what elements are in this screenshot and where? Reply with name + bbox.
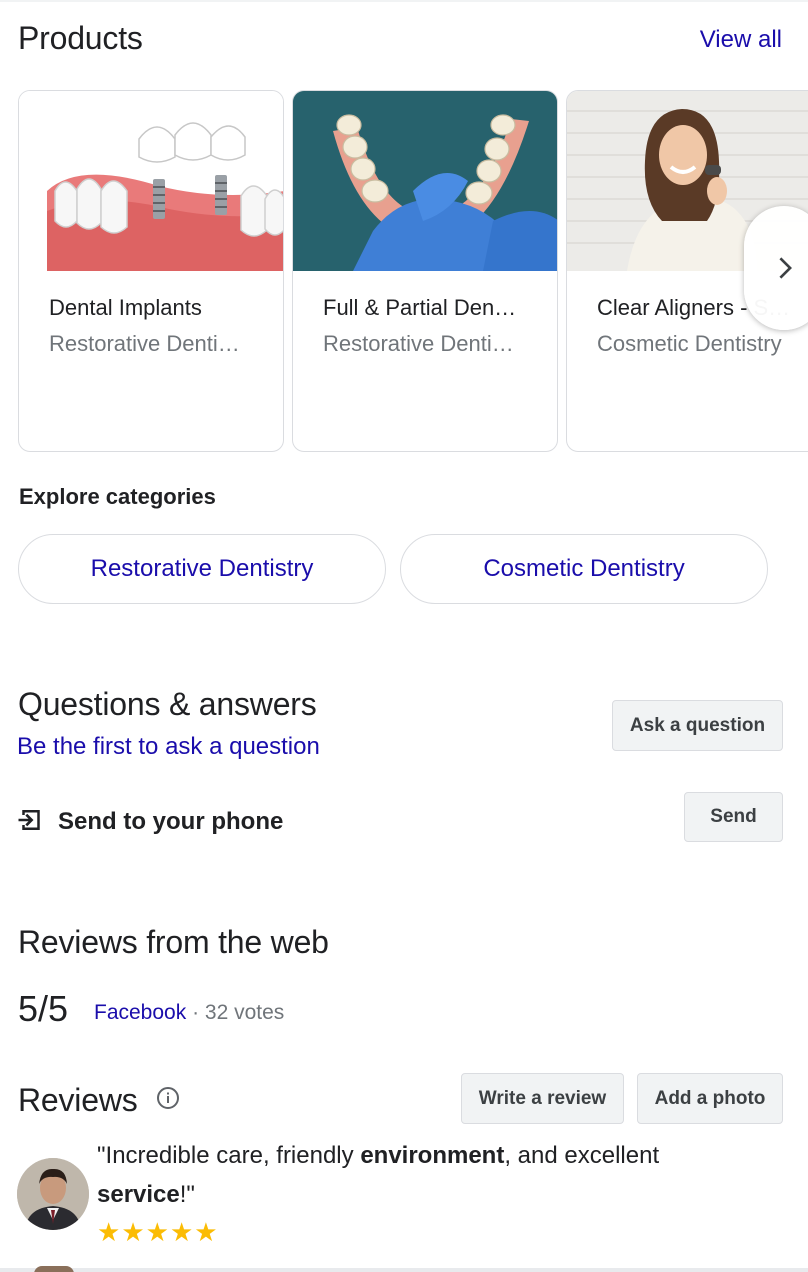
category-chip-restorative[interactable]: Restorative Dentistry [18,534,386,604]
star-icon: ★ [145,1217,169,1247]
info-icon[interactable] [156,1086,180,1115]
product-name: Dental Implants [49,295,202,320]
next-reviewer-avatar [34,1266,74,1272]
explore-categories-title: Explore categories [19,484,216,509]
ask-question-button[interactable]: Ask a question [612,700,783,751]
product-card[interactable]: Full & Partial Den… Restorative Denti… [292,90,558,452]
product-category: Restorative Denti… [49,331,240,356]
product-name: Full & Partial Den… [323,295,517,320]
reviews-from-web-title: Reviews from the web [18,924,329,960]
reviewer-avatar[interactable] [17,1158,89,1230]
dental-implants-image [19,91,283,271]
star-icon: ★ [121,1217,145,1247]
web-review-score: 5/5 [18,988,69,1029]
separator-dot: · [186,1001,205,1024]
product-carousel: Dental Implants Restorative Denti… Full … [18,90,808,452]
category-chip-cosmetic[interactable]: Cosmetic Dentistry [400,534,768,604]
dentures-image [293,91,557,271]
star-icon: ★ [169,1217,194,1247]
star-icon: ★ [194,1217,218,1247]
product-category: Restorative Denti… [323,331,514,356]
carousel-next-button[interactable] [744,206,808,330]
send-to-phone-label: Send to your phone [58,808,284,835]
send-to-phone-row: Send to your phone [16,806,283,838]
send-button[interactable]: Send [684,792,783,842]
ask-first-question-link[interactable]: Be the first to ask a question [17,733,320,761]
reviews-title: Reviews [18,1082,138,1118]
review-star-rating: ★ ★ ★ ★ ★ [97,1218,218,1246]
products-title: Products [18,20,143,56]
star-icon: ★ [97,1217,121,1247]
top-divider [0,0,808,2]
product-category: Cosmetic Dentistry [597,331,782,356]
qa-title: Questions & answers [18,686,317,722]
view-all-link[interactable]: View all [700,26,782,54]
bottom-divider [0,1268,808,1272]
vote-count: 32 votes [204,1001,285,1024]
send-to-phone-icon [16,805,46,840]
product-card[interactable]: Dental Implants Restorative Denti… [18,90,284,452]
facebook-link[interactable]: Facebook [94,1001,186,1024]
review-quote: "Incredible care, friendly environment, … [97,1142,660,1208]
write-review-button[interactable]: Write a review [461,1073,624,1124]
web-review-source: Facebook · 32 votes [94,1001,284,1025]
add-photo-button[interactable]: Add a photo [637,1073,783,1124]
